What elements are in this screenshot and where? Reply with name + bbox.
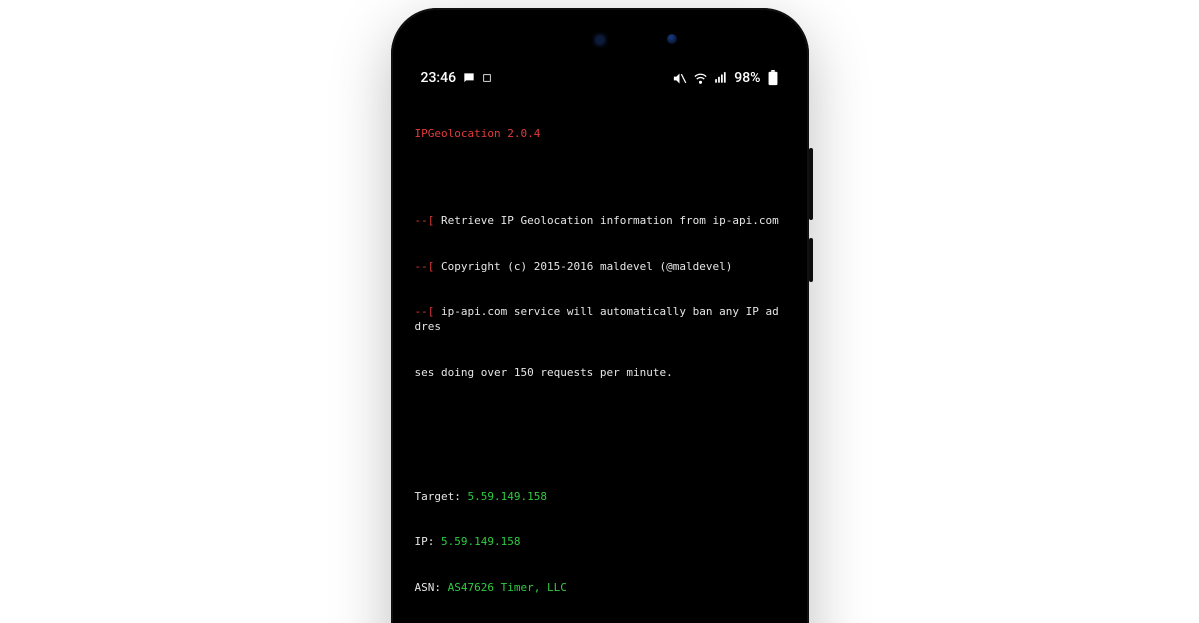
phone-frame: 23:46 98% [391,8,809,623]
battery-text: 98% [734,70,760,86]
mute-icon [672,71,687,86]
field-label: ASN: [415,581,442,594]
app-title: IPGeolocation 2.0.4 [415,126,785,141]
bixby-button[interactable] [809,238,813,282]
field-label: IP: [415,535,435,548]
field-label: Target: [415,490,461,503]
field-value: AS47626 Timer, LLC [448,581,567,594]
notification-icon [482,73,492,83]
chat-icon [462,71,476,85]
status-bar: 23:46 98% [403,60,797,90]
banner-line: Copyright (c) 2015-2016 maldevel (@malde… [441,260,732,273]
earpiece [596,36,604,44]
wifi-icon [693,71,708,86]
signal-icon [714,71,728,85]
banner-line: Retrieve IP Geolocation information from… [441,214,779,227]
status-time: 23:46 [421,70,457,86]
battery-icon [767,70,779,86]
field-value: 5.59.149.158 [441,535,520,548]
front-camera [667,34,677,44]
field-value: 5.59.149.158 [467,490,546,503]
screen: 23:46 98% [403,60,797,623]
power-button[interactable] [809,148,813,220]
banner-line: ip-api.com service will automatically ba… [415,305,779,333]
banner-line: ses doing over 150 requests per minute. [415,365,785,380]
terminal[interactable]: IPGeolocation 2.0.4 --[ Retrieve IP Geol… [403,90,797,623]
